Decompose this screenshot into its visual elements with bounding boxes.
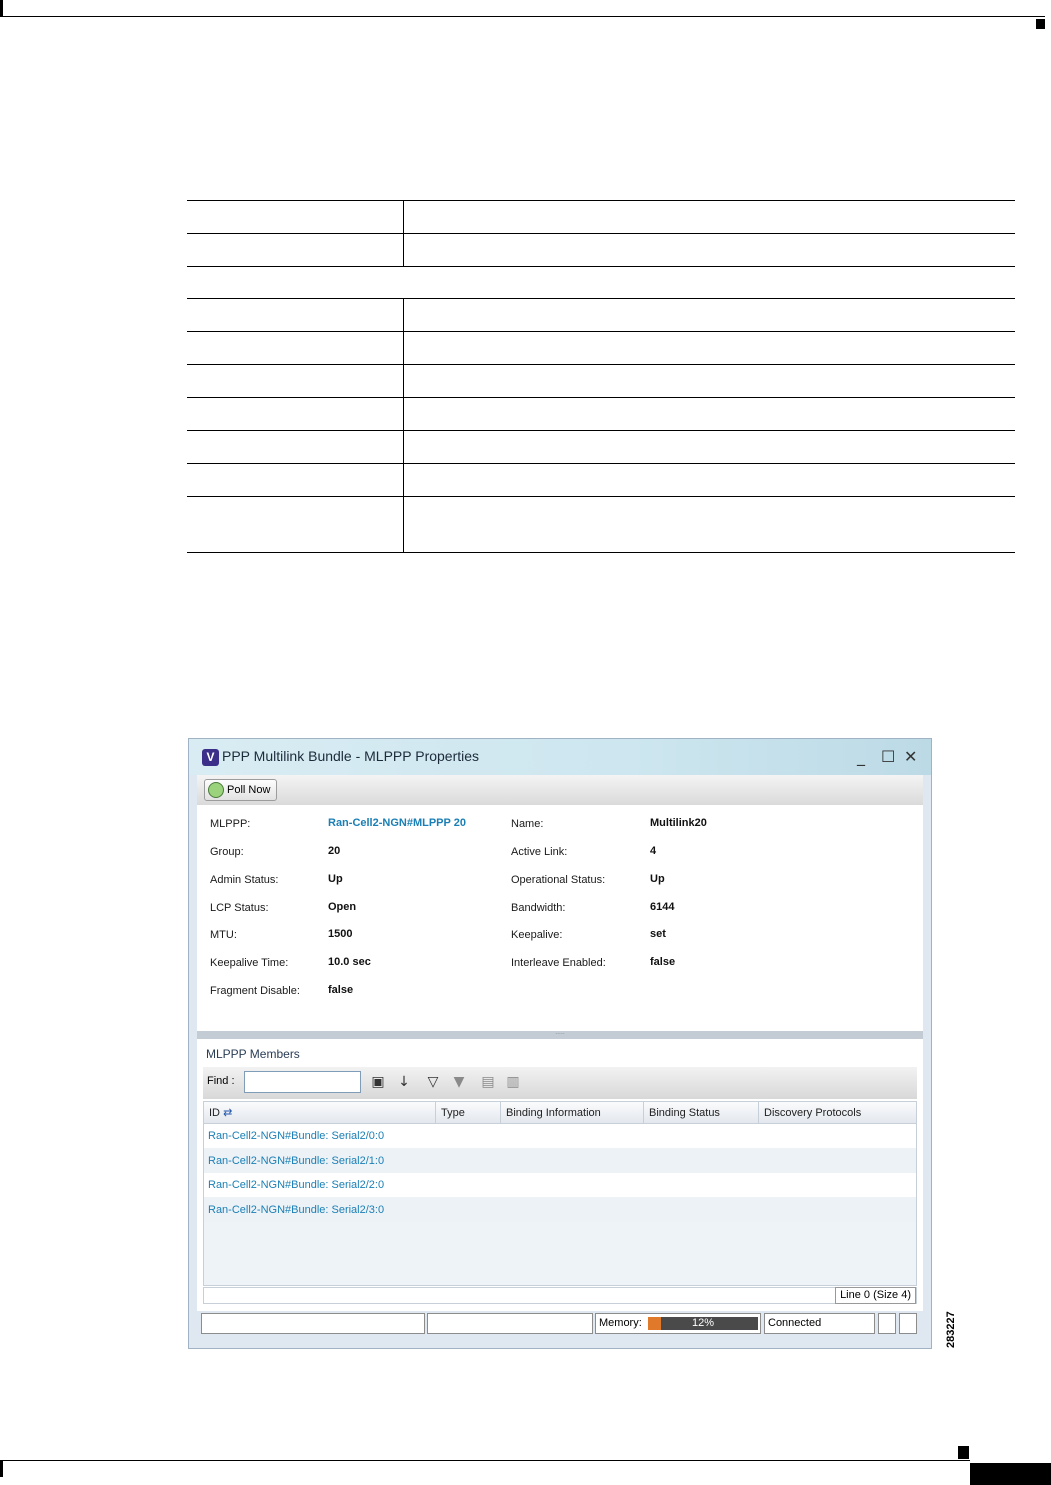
table-row: [187, 266, 1015, 298]
operational-status-label: Operational Status:: [511, 874, 606, 886]
status-bar: Memory: 12% Connected: [197, 1311, 923, 1339]
status-field-2: [427, 1313, 593, 1334]
figure-id: 283227: [945, 1311, 957, 1348]
export-icon[interactable]: ▣: [369, 1073, 387, 1091]
table-row: [187, 200, 1015, 233]
memory-bar: 12%: [648, 1317, 758, 1330]
toolbar: Poll Now: [197, 775, 923, 805]
name-label: Name:: [511, 818, 544, 830]
table-row: [187, 331, 1015, 364]
name-value: Multilink20: [650, 817, 707, 829]
table-row[interactable]: Ran-Cell2-NGN#Bundle: Serial2/3:0: [204, 1198, 916, 1222]
header-rule: [0, 16, 1045, 17]
mlppp-link[interactable]: Ran-Cell2-NGN#MLPPP 20: [328, 817, 466, 829]
panel-splitter[interactable]: ·····: [197, 1031, 923, 1039]
table-row: [187, 463, 1015, 496]
properties-panel: MLPPP: Ran-Cell2-NGN#MLPPP 20 Group: 20 …: [197, 805, 923, 1031]
memory-label: Memory:: [599, 1317, 642, 1329]
header-tick: [0, 0, 3, 17]
bandwidth-value: 6144: [650, 901, 675, 913]
filter-icon[interactable]: ▽: [424, 1073, 442, 1091]
column-header-binding-information[interactable]: Binding Information: [501, 1102, 644, 1124]
fragment-disable-label: Fragment Disable:: [210, 985, 300, 997]
column-header-id[interactable]: ID ⇄: [204, 1102, 436, 1124]
maximize-icon[interactable]: ☐: [881, 747, 895, 766]
footer-marker: [958, 1446, 969, 1459]
poll-now-label: Poll Now: [227, 784, 271, 796]
lcp-status-value: Open: [328, 901, 357, 913]
minimize-icon[interactable]: _: [857, 747, 865, 766]
fragment-disable-value: false: [328, 984, 354, 996]
find-toolbar: Find : ▣ ↓ ▽ ▼ ▤ ▥: [203, 1067, 917, 1099]
document-table: [187, 200, 1015, 553]
window-title: PPP Multilink Bundle - MLPPP Properties: [222, 748, 480, 764]
table-row: [187, 298, 1015, 331]
close-icon[interactable]: ✕: [904, 747, 917, 766]
mlppp-properties-window: V PPP Multilink Bundle - MLPPP Propertie…: [188, 738, 932, 1349]
column-header-binding-status[interactable]: Binding Status: [644, 1102, 759, 1124]
members-title: MLPPP Members: [206, 1047, 300, 1061]
table-row: [187, 496, 1015, 553]
operational-status-value: Up: [650, 873, 665, 885]
advanced-filter-icon[interactable]: ▼: [450, 1073, 468, 1091]
keepalive-time-label: Keepalive Time:: [210, 957, 289, 969]
table-row: [187, 430, 1015, 463]
app-logo-icon: V: [202, 749, 219, 766]
poll-now-button[interactable]: Poll Now: [204, 779, 278, 801]
header-marker: [1036, 19, 1045, 29]
table-row[interactable]: Ran-Cell2-NGN#Bundle: Serial2/0:0: [204, 1124, 916, 1148]
column-header-type[interactable]: Type: [436, 1102, 501, 1124]
status-field-6: [899, 1313, 917, 1334]
admin-status-value: Up: [328, 873, 343, 885]
admin-status-label: Admin Status:: [210, 874, 279, 886]
table-settings-icon[interactable]: ▤: [479, 1073, 497, 1091]
window-titlebar[interactable]: V PPP Multilink Bundle - MLPPP Propertie…: [189, 739, 931, 775]
interleave-enabled-label: Interleave Enabled:: [511, 957, 606, 969]
active-link-value: 4: [650, 845, 657, 857]
mlppp-label: MLPPP:: [210, 818, 251, 830]
keepalive-time-value: 10.0 sec: [328, 956, 371, 968]
page-number-tab: [970, 1463, 1051, 1485]
line-info: Line 0 (Size 4): [835, 1287, 916, 1304]
table-row[interactable]: Ran-Cell2-NGN#Bundle: Serial2/1:0: [204, 1149, 916, 1173]
members-table: ID ⇄ Type Binding Information Binding St…: [203, 1101, 917, 1286]
sort-az-icon[interactable]: ↓: [395, 1073, 413, 1091]
table-status-bar: Line 0 (Size 4): [203, 1287, 917, 1304]
memory-percent: 12%: [691, 1317, 715, 1329]
lcp-status-label: LCP Status:: [210, 902, 269, 914]
group-value: 20: [328, 845, 341, 857]
connection-status: Connected: [764, 1313, 875, 1334]
interleave-enabled-value: false: [650, 956, 676, 968]
find-label: Find :: [207, 1075, 235, 1087]
group-label: Group:: [210, 846, 244, 858]
footer-tick: [0, 1461, 3, 1477]
mtu-value: 1500: [328, 928, 353, 940]
footer-rule: [0, 1460, 970, 1461]
sort-icon: ⇄: [223, 1107, 233, 1119]
table-row: [187, 364, 1015, 397]
status-field-5: [878, 1313, 896, 1334]
table-row[interactable]: Ran-Cell2-NGN#Bundle: Serial2/2:0: [204, 1173, 916, 1197]
table-row: [187, 397, 1015, 430]
keepalive-label: Keepalive:: [511, 929, 563, 941]
status-field-1: [201, 1313, 425, 1334]
members-panel: MLPPP Members Find : ▣ ↓ ▽ ▼ ▤ ▥ ID ⇄ Ty…: [197, 1039, 923, 1311]
find-input[interactable]: [244, 1071, 361, 1093]
keepalive-value: set: [650, 928, 666, 940]
memory-status: Memory: 12%: [595, 1313, 761, 1334]
mtu-label: MTU:: [210, 929, 237, 941]
table-row: [187, 233, 1015, 266]
bandwidth-label: Bandwidth:: [511, 902, 566, 914]
column-settings-icon[interactable]: ▥: [504, 1073, 522, 1091]
table-header: ID ⇄ Type Binding Information Binding St…: [204, 1102, 916, 1124]
refresh-icon: [208, 782, 224, 798]
active-link-label: Active Link:: [511, 846, 568, 858]
column-header-discovery-protocols[interactable]: Discovery Protocols: [759, 1102, 916, 1124]
